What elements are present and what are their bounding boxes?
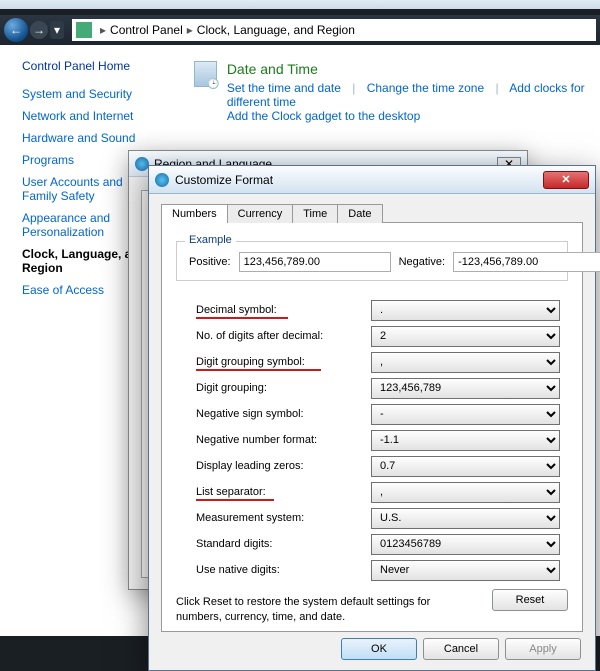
setting-dropdown[interactable]: 0.7	[371, 456, 560, 477]
setting-row: List separator:,	[196, 479, 560, 505]
tab-currency[interactable]: Currency	[227, 204, 294, 223]
breadcrumb[interactable]: ▸ Control Panel ▸ Clock, Language, and R…	[72, 19, 596, 41]
tab-strip: Numbers Currency Time Date	[161, 204, 583, 223]
setting-dropdown[interactable]: Never	[371, 560, 560, 581]
chevron-right-icon: ▸	[187, 23, 193, 37]
window-titlebar-strip	[0, 0, 600, 15]
tab-date[interactable]: Date	[337, 204, 382, 223]
setting-label: Display leading zeros:	[196, 460, 371, 472]
setting-dropdown[interactable]: U.S.	[371, 508, 560, 529]
sidebar-item-system[interactable]: System and Security	[22, 87, 170, 101]
setting-dropdown[interactable]: ,	[371, 482, 560, 503]
dialog-footer: OK Cancel Apply	[341, 638, 581, 660]
positive-label: Positive:	[189, 256, 231, 268]
date-time-icon	[194, 61, 217, 87]
link-set-time[interactable]: Set the time and date	[227, 81, 341, 95]
forward-button[interactable]: →	[30, 21, 48, 39]
back-button[interactable]: ←	[4, 18, 28, 42]
setting-label: Digit grouping symbol:	[196, 356, 371, 368]
setting-dropdown[interactable]: .	[371, 300, 560, 321]
setting-dropdown[interactable]: -1.1	[371, 430, 560, 451]
reset-note: Click Reset to restore the system defaul…	[176, 595, 476, 625]
breadcrumb-seg-2[interactable]: Clock, Language, and Region	[197, 23, 355, 37]
sidebar-item-hardware[interactable]: Hardware and Sound	[22, 131, 170, 145]
close-button[interactable]: ✕	[543, 171, 589, 189]
reset-button[interactable]: Reset	[492, 589, 568, 611]
setting-dropdown[interactable]: 123,456,789	[371, 378, 560, 399]
sidebar-item-users[interactable]: User Accounts and Family Safety	[22, 175, 142, 203]
content-area: Control Panel Home System and Security N…	[0, 45, 600, 636]
setting-label: Standard digits:	[196, 538, 371, 550]
setting-dropdown[interactable]: ,	[371, 352, 560, 373]
setting-label: Use native digits:	[196, 564, 371, 576]
breadcrumb-seg-1[interactable]: Control Panel	[110, 23, 183, 37]
sidebar-item-network[interactable]: Network and Internet	[22, 109, 170, 123]
datetime-links: Set the time and date | Change the time …	[227, 81, 600, 109]
tab-numbers[interactable]: Numbers	[161, 204, 228, 223]
cancel-button[interactable]: Cancel	[423, 638, 499, 660]
link-change-timezone[interactable]: Change the time zone	[367, 81, 484, 95]
ok-button[interactable]: OK	[341, 638, 417, 660]
apply-button[interactable]: Apply	[505, 638, 581, 660]
setting-row: Measurement system:U.S.	[196, 505, 560, 531]
setting-label: Measurement system:	[196, 512, 371, 524]
sidebar-home[interactable]: Control Panel Home	[22, 59, 170, 73]
setting-dropdown[interactable]: 2	[371, 326, 560, 347]
control-panel-icon	[76, 22, 92, 38]
globe-icon	[135, 157, 149, 171]
setting-row: Use native digits:Never	[196, 557, 560, 583]
globe-icon	[155, 173, 169, 187]
setting-row: Negative sign symbol:-	[196, 401, 560, 427]
customize-titlebar[interactable]: Customize Format ✕	[149, 166, 595, 194]
setting-row: No. of digits after decimal:2	[196, 323, 560, 349]
setting-row: Digit grouping symbol:,	[196, 349, 560, 375]
setting-row: Display leading zeros:0.7	[196, 453, 560, 479]
settings-form: Decimal symbol:.No. of digits after deci…	[176, 297, 568, 583]
negative-value	[453, 252, 600, 272]
setting-row: Standard digits:0123456789	[196, 531, 560, 557]
numbers-panel: Example Positive: Negative: Decimal symb…	[161, 222, 583, 632]
setting-dropdown[interactable]: -	[371, 404, 560, 425]
tab-time[interactable]: Time	[292, 204, 338, 223]
setting-label: Negative sign symbol:	[196, 408, 371, 420]
customize-title: Customize Format	[175, 173, 273, 187]
main-pane: Date and Time Set the time and date | Ch…	[190, 45, 600, 123]
setting-row: Digit grouping:123,456,789	[196, 375, 560, 401]
customize-format-dialog: Customize Format ✕ Numbers Currency Time…	[148, 165, 596, 671]
example-group: Example Positive: Negative:	[176, 241, 568, 281]
sidebar-item-appearance[interactable]: Appearance and Personalization	[22, 211, 142, 239]
setting-label: Negative number format:	[196, 434, 371, 446]
setting-dropdown[interactable]: 0123456789	[371, 534, 560, 555]
example-legend: Example	[185, 234, 236, 246]
history-dropdown[interactable]: ▾	[50, 21, 64, 39]
setting-label: List separator:	[196, 486, 371, 498]
address-bar: ← → ▾ ▸ Control Panel ▸ Clock, Language,…	[0, 15, 600, 45]
chevron-right-icon: ▸	[100, 23, 106, 37]
positive-value	[239, 252, 391, 272]
setting-label: Digit grouping:	[196, 382, 371, 394]
setting-label: Decimal symbol:	[196, 304, 371, 316]
link-add-gadget[interactable]: Add the Clock gadget to the desktop	[227, 109, 420, 123]
setting-label: No. of digits after decimal:	[196, 330, 371, 342]
negative-label: Negative:	[399, 256, 445, 268]
setting-row: Decimal symbol:.	[196, 297, 560, 323]
setting-row: Negative number format:-1.1	[196, 427, 560, 453]
section-title-datetime[interactable]: Date and Time	[227, 61, 600, 77]
